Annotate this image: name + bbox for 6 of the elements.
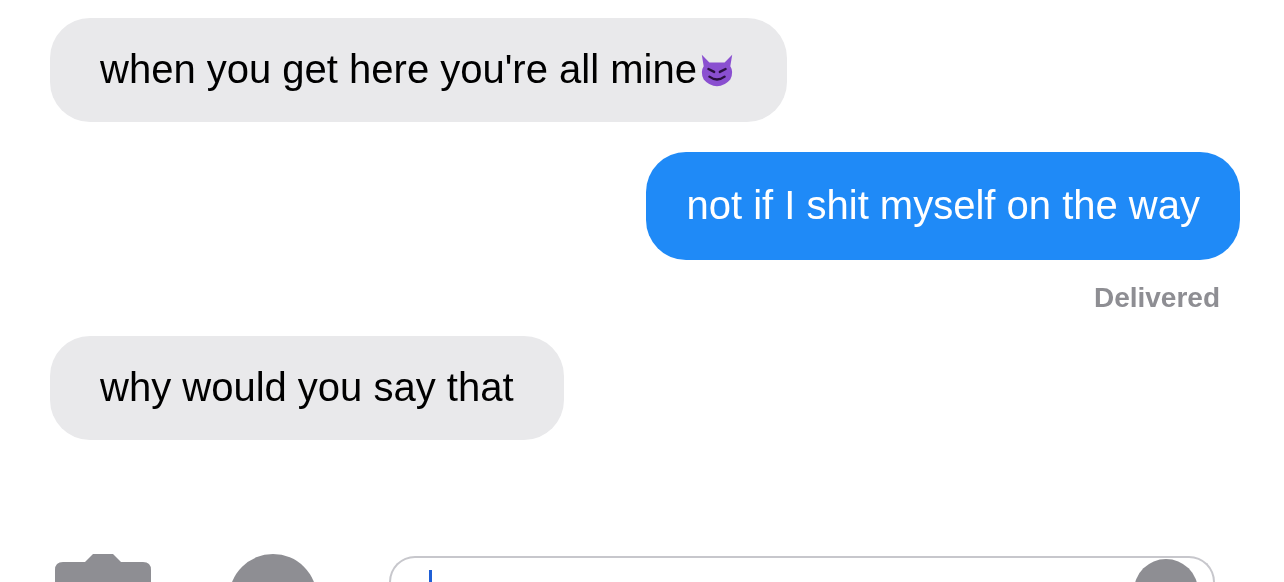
received-message-bubble: when you get here you're all mine (50, 18, 787, 122)
camera-icon[interactable] (55, 552, 151, 582)
message-input-field[interactable] (389, 556, 1215, 582)
delivery-status: Delivered (1093, 282, 1220, 314)
received-message-bubble: why would you say that (50, 336, 564, 440)
sent-message-bubble: not if I shit myself on the way (646, 152, 1240, 260)
